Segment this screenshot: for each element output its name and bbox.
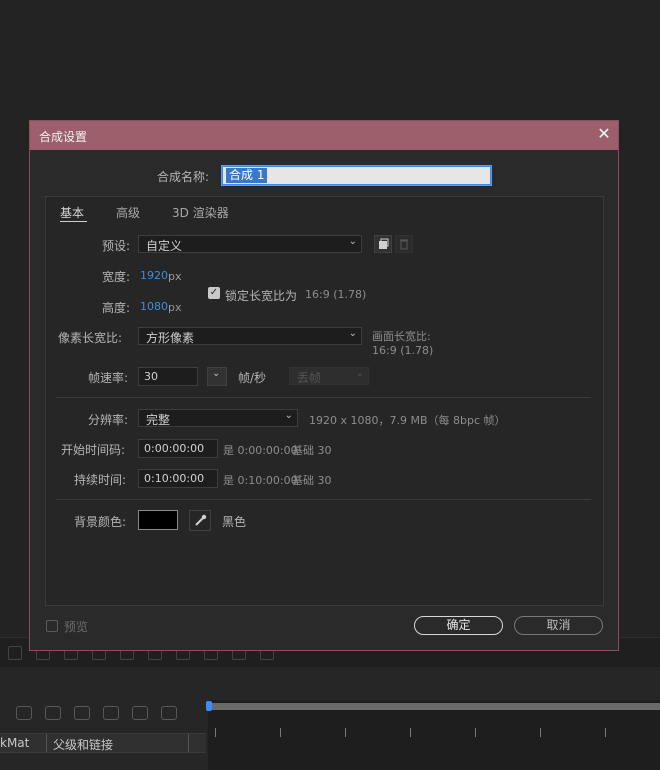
solo-icon[interactable]: [45, 706, 61, 720]
resolution-info: 1920 x 1080，7.9 MB（每 8bpc 帧）: [309, 414, 506, 427]
width-label: 宽度:: [102, 270, 131, 284]
resolution-label: 分辨率:: [88, 413, 129, 427]
frame-blend-icon[interactable]: [74, 706, 90, 720]
height-unit: px: [168, 301, 182, 314]
resolution-value: 完整: [146, 413, 171, 427]
preset-dropdown[interactable]: 自定义 ⌄: [138, 235, 362, 253]
delete-preset-button[interactable]: [395, 235, 413, 253]
frame-rate-value: 30: [144, 370, 158, 383]
save-preset-button[interactable]: [374, 235, 392, 253]
eyedropper-icon: [195, 514, 207, 526]
pixel-aspect-label: 像素长宽比:: [58, 331, 123, 345]
frame-aspect-value: 16:9 (1.78): [372, 344, 434, 357]
eyedropper-button[interactable]: [189, 510, 211, 531]
trash-icon: [400, 239, 408, 250]
drop-frame-value: 丢帧: [297, 371, 322, 385]
dialog-titlebar[interactable]: 合成设置 ✕: [30, 121, 618, 150]
pixel-aspect-dropdown[interactable]: 方形像素 ⌄: [138, 327, 362, 345]
preview-label: 预览: [64, 620, 89, 634]
dialog-title: 合成设置: [39, 130, 88, 144]
chevron-down-icon: ⌄: [348, 236, 357, 247]
column-trkmat[interactable]: kMat: [0, 736, 29, 750]
section-divider: [56, 397, 591, 398]
timeline-ticks: [215, 728, 655, 738]
toolbar-icon[interactable]: [8, 646, 22, 660]
frame-aspect-label: 画面长宽比:: [372, 330, 431, 343]
settings-panel: [45, 196, 604, 606]
app-root: kMat 父级和链接 合成设置 ✕ 合成名称: 合成 1 基本 高级 3D 渲染…: [0, 0, 660, 770]
start-timecode-label: 开始时间码:: [61, 443, 126, 457]
resolution-dropdown[interactable]: 完整 ⌄: [138, 409, 298, 427]
preset-value: 自定义: [146, 239, 183, 253]
preview-checkbox[interactable]: [46, 620, 58, 632]
duration-label: 持续时间:: [74, 473, 127, 487]
frame-rate-unit: 帧/秒: [238, 371, 267, 385]
graph-editor-icon[interactable]: [132, 706, 148, 720]
frame-rate-label: 帧速率:: [88, 371, 129, 385]
draft-3d-icon[interactable]: [161, 706, 177, 720]
tab-3d-renderer[interactable]: 3D 渲染器: [172, 204, 229, 221]
width-unit: px: [168, 270, 182, 283]
start-timecode-note: 是 0:00:00:00: [223, 444, 298, 457]
bg-color-label: 背景颜色:: [74, 515, 127, 529]
chevron-down-icon: ⌄: [284, 410, 293, 421]
chevron-down-icon: ⌄: [212, 368, 221, 379]
column-parent-link[interactable]: 父级和链接: [53, 736, 113, 753]
tab-basic[interactable]: 基本: [60, 204, 84, 221]
bg-color-swatch[interactable]: [138, 510, 178, 530]
active-tab-indicator: [60, 221, 87, 222]
motion-blur-icon[interactable]: [103, 706, 119, 720]
frame-rate-input[interactable]: 30: [138, 367, 198, 386]
chevron-down-icon: ⌄: [355, 368, 364, 379]
bg-color-name: 黑色: [222, 515, 247, 529]
lock-aspect-value: 16:9 (1.78): [305, 288, 367, 301]
timeline-column-header: kMat 父级和链接: [0, 733, 206, 753]
height-label: 高度:: [102, 301, 131, 315]
preset-label: 预设:: [102, 239, 131, 253]
comp-name-value: 合成 1: [226, 168, 268, 183]
composition-settings-dialog: 合成设置 ✕ 合成名称: 合成 1 基本 高级 3D 渲染器 预设: 自定义 ⌄: [29, 120, 619, 651]
section-divider: [56, 499, 591, 500]
width-value[interactable]: 1920: [140, 269, 168, 282]
timeline-switch-icons: [16, 706, 206, 722]
start-timecode-base: 基础 30: [292, 444, 332, 457]
cancel-button[interactable]: 取消: [514, 616, 603, 635]
chevron-down-icon: ⌄: [348, 328, 357, 339]
lock-aspect-checkbox[interactable]: ✓: [208, 287, 220, 299]
frame-rate-menu-button[interactable]: ⌄: [207, 367, 227, 386]
ok-button[interactable]: 确定: [414, 616, 503, 635]
duration-note: 是 0:10:00:00: [223, 474, 298, 487]
shy-icon[interactable]: [16, 706, 32, 720]
duration-value: 0:10:00:00: [144, 472, 205, 485]
comp-name-label: 合成名称:: [157, 170, 210, 184]
close-icon[interactable]: ✕: [595, 125, 613, 143]
pixel-aspect-value: 方形像素: [146, 331, 195, 345]
drop-frame-dropdown[interactable]: 丢帧 ⌄: [289, 367, 369, 385]
start-timecode-value: 0:00:00:00: [144, 442, 205, 455]
height-value[interactable]: 1080: [140, 300, 168, 313]
work-area-bar[interactable]: [210, 703, 660, 710]
playhead[interactable]: [206, 701, 212, 711]
start-timecode-input[interactable]: 0:00:00:00: [138, 439, 218, 458]
comp-name-input[interactable]: 合成 1: [222, 166, 491, 185]
duration-input[interactable]: 0:10:00:00: [138, 469, 218, 488]
tab-advanced[interactable]: 高级: [116, 204, 140, 221]
save-preset-icon: [379, 238, 389, 249]
lock-aspect-label: 锁定长宽比为: [225, 289, 298, 303]
duration-base: 基础 30: [292, 474, 332, 487]
